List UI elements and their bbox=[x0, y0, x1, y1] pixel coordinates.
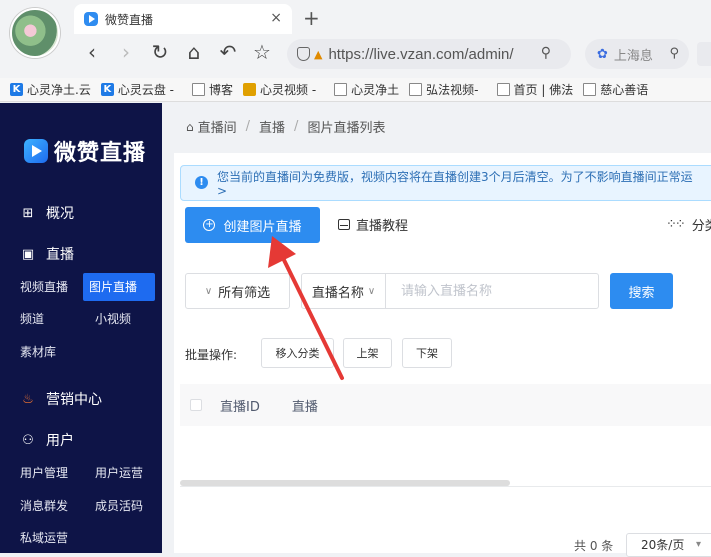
sidebar-section-user[interactable]: ⚇ 用户 bbox=[20, 430, 74, 450]
bookmark-item[interactable]: 首页 | 佛法 bbox=[496, 81, 573, 98]
column-header-live[interactable]: 直播 bbox=[292, 396, 318, 415]
reload-icon[interactable]: ↻ bbox=[148, 40, 172, 64]
create-image-live-button[interactable]: + 创建图片直播 bbox=[185, 207, 320, 243]
brand[interactable]: 微赞直播 bbox=[24, 135, 146, 167]
sidebar-item-image-live[interactable]: 图片直播 bbox=[83, 273, 155, 301]
unpublish-button[interactable]: 下架 bbox=[402, 338, 452, 368]
back-icon[interactable]: ‹ bbox=[80, 40, 104, 64]
total-count: 共 0 条 bbox=[574, 539, 614, 553]
url-text[interactable]: https://live.vzan.com/admin/ bbox=[328, 46, 513, 63]
profile-avatar[interactable] bbox=[10, 8, 60, 58]
undo-icon[interactable]: ↶ bbox=[216, 40, 240, 64]
warning-icon: ▲ bbox=[314, 47, 323, 61]
select-all-checkbox[interactable] bbox=[190, 399, 202, 411]
all-filter-select[interactable]: ∨ 所有筛选 bbox=[185, 273, 290, 309]
sidebar-item-mass-msg[interactable]: 消息群发 bbox=[14, 492, 74, 520]
bookmark-item[interactable]: K 心灵净土.云 bbox=[10, 81, 91, 98]
browser-tab[interactable]: 微赞直播 × bbox=[74, 4, 292, 34]
new-tab-button[interactable]: + bbox=[303, 6, 320, 30]
bookmark-item[interactable]: 心灵净土 bbox=[334, 81, 399, 98]
chevron-down-icon: ∨ bbox=[367, 285, 376, 297]
main-content: ⌂ 直播间 / 直播 / 图片直播列表 ! 您当前的直播间为免费版，视频内容将在… bbox=[162, 103, 711, 557]
sidebar-item-user-ops[interactable]: 用户运营 bbox=[89, 459, 149, 487]
search-button[interactable]: 搜索 bbox=[610, 273, 673, 309]
sidebar-item-short-video[interactable]: 小视频 bbox=[89, 305, 137, 333]
name-field-select[interactable]: 直播名称 ∨ bbox=[301, 273, 386, 309]
category-button[interactable]: ⁘⁘ 分类 bbox=[666, 215, 711, 234]
browser-search-box[interactable]: ✿ 上海息 ⚲ bbox=[585, 39, 689, 69]
browser-chrome: 微赞直播 × + ‹ › ↻ ⌂ ↶ ☆ ▲ https://live.vzan… bbox=[0, 0, 711, 78]
sidebar-item-member-act[interactable]: 成员活码 bbox=[89, 492, 149, 520]
breadcrumb-item[interactable]: 直播 bbox=[259, 117, 285, 136]
tab-title: 微赞直播 bbox=[105, 12, 154, 27]
page-size-select[interactable]: 20条/页 ▾ bbox=[626, 533, 711, 557]
k-icon: K bbox=[100, 83, 114, 96]
bookmarks-bar: K 心灵净土.云 K 心灵云盘 - 博客 心灵视频 - 心灵净土 弘法视频- 首页 … bbox=[0, 78, 711, 102]
sidebar-item-user-mgmt[interactable]: 用户管理 bbox=[14, 459, 74, 487]
forward-icon[interactable]: › bbox=[114, 40, 138, 64]
home-icon: ⌂ bbox=[186, 119, 194, 134]
notice-more[interactable]: > bbox=[217, 184, 711, 198]
content-card: ! 您当前的直播间为免费版，视频内容将在直播创建3个月后清空。为了不影响直播间正… bbox=[174, 153, 711, 557]
doc-icon bbox=[496, 83, 510, 96]
breadcrumb: ⌂ 直播间 / 直播 / 图片直播列表 bbox=[186, 117, 385, 136]
breadcrumb-item: 图片直播列表 bbox=[307, 121, 386, 136]
publish-button[interactable]: 上架 bbox=[343, 338, 392, 368]
shield-icon bbox=[297, 47, 310, 61]
sidebar-item-channel[interactable]: 频道 bbox=[14, 305, 50, 333]
doc-icon bbox=[191, 83, 205, 96]
sidebar-item-video-live[interactable]: 视频直播 bbox=[14, 273, 74, 301]
breadcrumb-item[interactable]: 直播间 bbox=[198, 117, 237, 136]
doc-icon bbox=[409, 83, 423, 96]
notice-text: 您当前的直播间为免费版，视频内容将在直播创建3个月后清空。为了不影响直播间正常运 bbox=[217, 170, 693, 184]
baidu-paw-icon: ✿ bbox=[597, 46, 608, 62]
search-icon[interactable]: ⚲ bbox=[541, 45, 551, 61]
monitor-icon bbox=[338, 219, 350, 230]
move-to-category-button[interactable]: 移入分类 bbox=[261, 338, 334, 368]
search-hint: 上海息 bbox=[613, 48, 653, 64]
breadcrumb-separator: / bbox=[294, 119, 299, 134]
search-icon[interactable]: ⚲ bbox=[669, 46, 679, 61]
users-icon: ⚇ bbox=[22, 432, 34, 448]
grid-icon: ⊞ bbox=[22, 205, 34, 221]
close-icon[interactable]: × bbox=[270, 10, 282, 26]
bookmark-item[interactable]: 弘法视频- bbox=[409, 81, 479, 98]
brand-name: 微赞直播 bbox=[54, 141, 147, 166]
extension-button[interactable] bbox=[697, 42, 711, 66]
sidebar-section-live[interactable]: ▣ 直播 bbox=[20, 244, 74, 264]
k-icon: K bbox=[10, 83, 23, 96]
category-icon: ⁘⁘ bbox=[666, 217, 686, 232]
batch-label: 批量操作: bbox=[185, 348, 238, 362]
doc-icon bbox=[334, 83, 348, 96]
sidebar-item-private-ops[interactable]: 私域运营 bbox=[14, 524, 74, 552]
sidebar: 微赞直播 ⊞ 概况 ▣ 直播 视频直播 图片直播 频道 小视频 素材库 ♨ 营销… bbox=[0, 103, 162, 553]
info-icon: ! bbox=[195, 176, 208, 189]
home-icon[interactable]: ⌂ bbox=[182, 40, 206, 64]
sidebar-section-overview[interactable]: ⊞ 概况 bbox=[20, 203, 74, 223]
plus-circle-icon: + bbox=[203, 219, 216, 231]
vzan-logo-icon bbox=[24, 139, 48, 163]
star-icon[interactable]: ☆ bbox=[250, 40, 274, 64]
bookmark-item[interactable]: 慈心善语 bbox=[583, 81, 648, 98]
notice-banner: ! 您当前的直播间为免费版，视频内容将在直播创建3个月后清空。为了不影响直播间正… bbox=[180, 165, 711, 201]
bookmark-item[interactable]: 博客 bbox=[191, 81, 233, 98]
breadcrumb-separator: / bbox=[245, 119, 251, 134]
column-header-id[interactable]: 直播ID bbox=[220, 396, 260, 415]
bookmark-item[interactable]: K 心灵云盘 - bbox=[100, 81, 174, 98]
fire-icon: ♨ bbox=[22, 391, 34, 407]
tv-icon: ▣ bbox=[21, 246, 35, 262]
divider bbox=[180, 486, 711, 487]
chevron-down-icon: ∨ bbox=[204, 285, 213, 297]
url-bar[interactable]: ▲ https://live.vzan.com/admin/ ⚲ bbox=[287, 39, 571, 69]
search-input[interactable] bbox=[385, 273, 599, 309]
sidebar-item-materials[interactable]: 素材库 bbox=[14, 338, 62, 366]
doc-icon bbox=[583, 83, 597, 96]
tutorial-link[interactable]: 直播教程 bbox=[338, 215, 408, 234]
vzan-logo-icon bbox=[84, 12, 98, 26]
table-header: 直播ID 直播 bbox=[180, 384, 711, 426]
video-icon bbox=[243, 83, 256, 96]
sidebar-section-marketing[interactable]: ♨ 营销中心 bbox=[20, 389, 102, 409]
bookmark-item[interactable]: 心灵视频 - bbox=[243, 81, 316, 98]
